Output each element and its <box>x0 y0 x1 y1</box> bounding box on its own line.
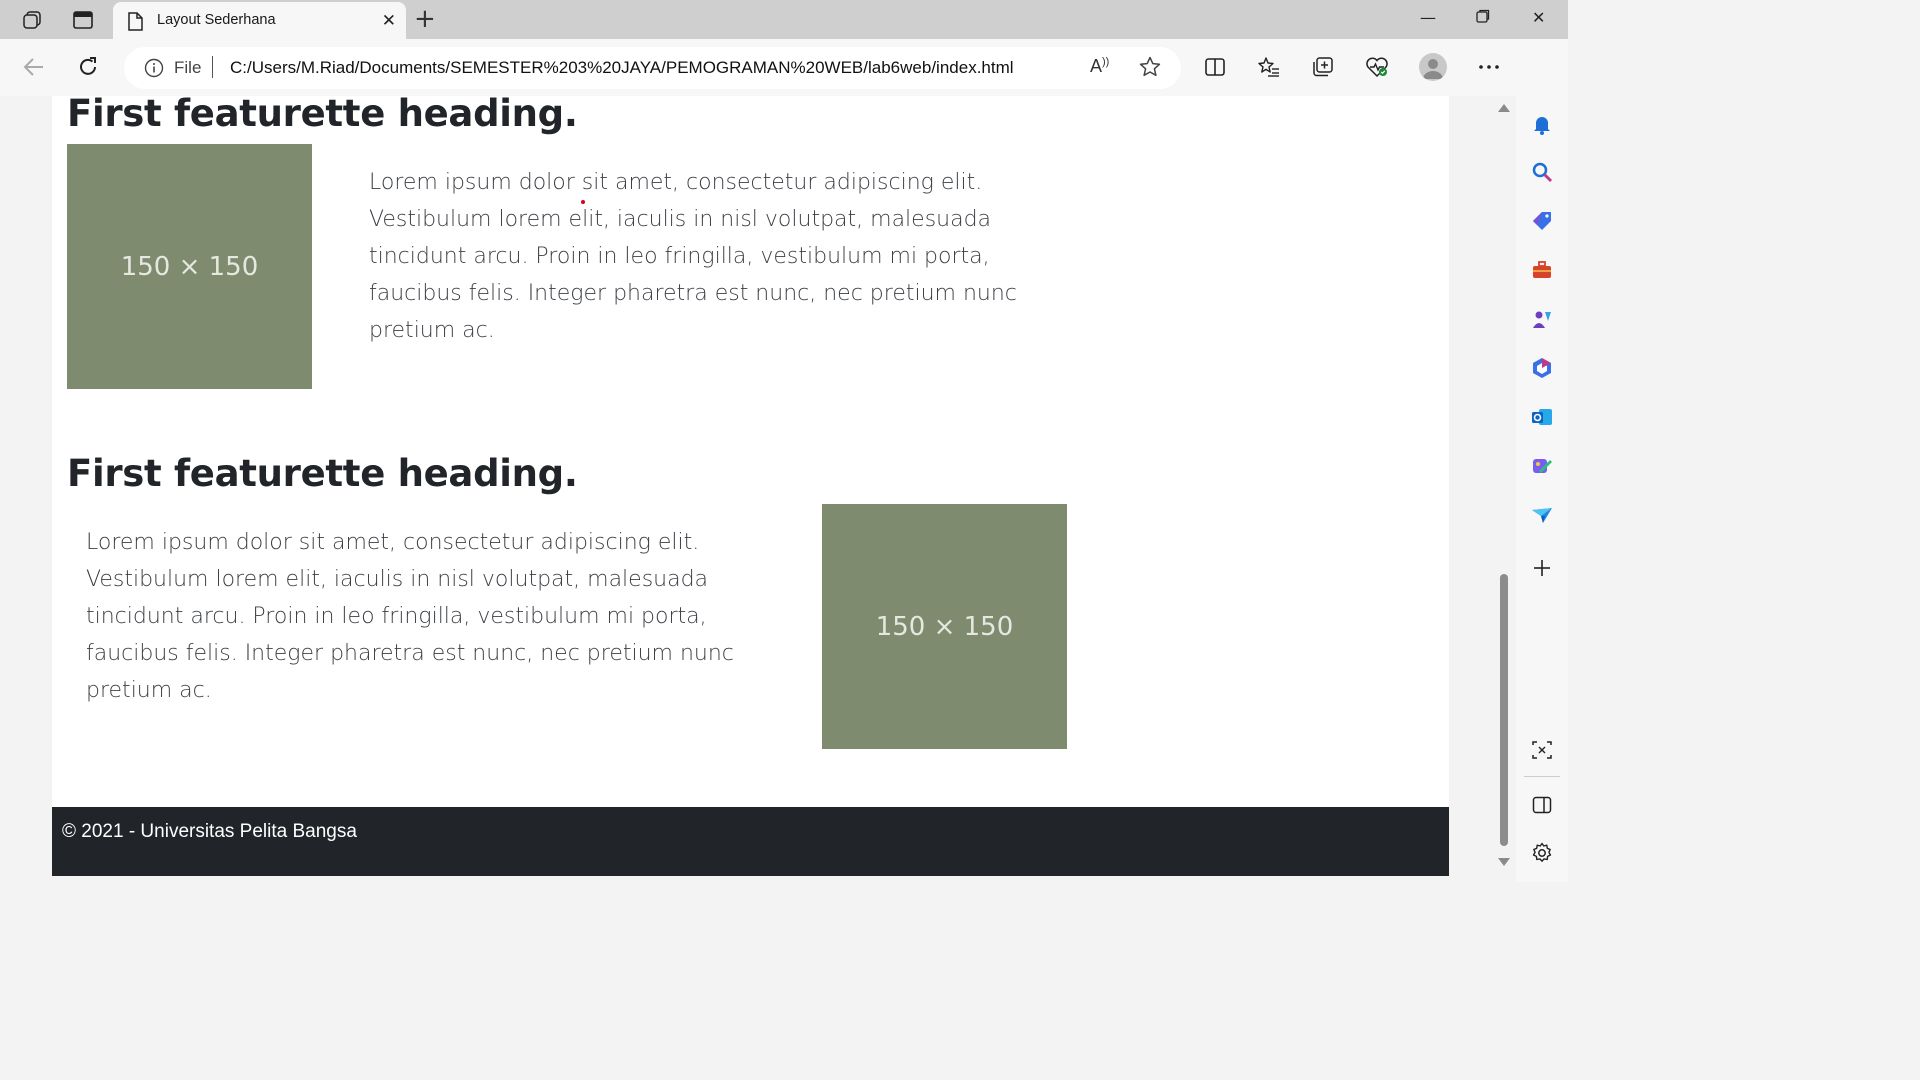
info-icon[interactable] <box>144 58 164 82</box>
page-scrollbar[interactable] <box>1492 96 1516 882</box>
cursor-dot <box>581 200 585 204</box>
page-icon <box>127 12 143 35</box>
favorites-icon[interactable] <box>1256 54 1282 80</box>
tab-actions-icon[interactable] <box>69 7 97 33</box>
footer-copyright: © 2021 - Universitas Pelita Bangsa <box>62 821 357 842</box>
workspaces-icon[interactable] <box>18 7 46 33</box>
browser-essentials-icon[interactable] <box>1364 54 1390 80</box>
new-tab-icon[interactable]: + <box>414 6 436 32</box>
favorite-star-icon[interactable] <box>1138 55 1162 83</box>
sidebar-divider <box>1524 776 1560 777</box>
web-page: First featurette heading. 150 × 150 Lore… <box>52 96 1449 876</box>
tab-bar: Layout Sederhana ✕ + — ✕ <box>0 0 1568 39</box>
page-footer: © 2021 - Universitas Pelita Bangsa <box>52 807 1449 876</box>
outlook-icon[interactable] <box>1529 404 1555 430</box>
shopping-icon[interactable] <box>1529 208 1555 234</box>
microsoft-365-icon[interactable] <box>1529 355 1555 381</box>
url-text[interactable]: C:/Users/M.Riad/Documents/SEMESTER%203%2… <box>230 58 1014 78</box>
address-bar[interactable]: File C:/Users/M.Riad/Documents/SEMESTER%… <box>124 47 1181 89</box>
screenshot-icon[interactable] <box>1529 737 1555 763</box>
image-placeholder-label: 150 × 150 <box>120 251 259 282</box>
notification-icon[interactable] <box>1529 111 1555 137</box>
back-icon[interactable] <box>20 53 48 81</box>
read-aloud-icon[interactable]: A)) <box>1090 56 1109 77</box>
tab-title: Layout Sederhana <box>157 12 276 28</box>
featurette-image-2: 150 × 150 <box>822 504 1067 749</box>
scroll-down-arrow-icon[interactable] <box>1498 858 1510 866</box>
tools-icon[interactable] <box>1529 257 1555 283</box>
designer-icon[interactable] <box>1529 453 1555 479</box>
settings-icon[interactable] <box>1529 840 1555 866</box>
featurette-heading-2: First featurette heading. <box>67 452 578 495</box>
collections-icon[interactable] <box>1310 54 1336 80</box>
featurette-heading-1: First featurette heading. <box>67 96 578 135</box>
scheme-label: File <box>174 58 202 77</box>
browser-toolbar: File C:/Users/M.Riad/Documents/SEMESTER%… <box>0 39 1568 96</box>
scroll-up-arrow-icon[interactable] <box>1498 104 1510 112</box>
profile-icon[interactable] <box>1419 53 1447 81</box>
close-window-icon[interactable]: ✕ <box>1532 8 1545 27</box>
featurette-image-1: 150 × 150 <box>67 144 312 389</box>
sidebar-toggle-icon[interactable] <box>1529 792 1555 818</box>
drop-icon[interactable] <box>1529 502 1555 528</box>
featurette-text-2: Lorem ipsum dolor sit amet, consectetur … <box>86 530 734 703</box>
add-icon[interactable] <box>1529 555 1555 581</box>
close-icon[interactable]: ✕ <box>382 11 396 31</box>
search-icon[interactable] <box>1529 159 1555 185</box>
minimize-icon[interactable]: — <box>1420 8 1436 27</box>
featurette-text-1: Lorem ipsum dolor sit amet, consectetur … <box>369 170 1017 343</box>
image-placeholder-label: 150 × 150 <box>875 611 1014 642</box>
split-screen-icon[interactable] <box>1202 54 1228 80</box>
edge-sidebar <box>1516 39 1568 882</box>
games-icon[interactable] <box>1529 306 1555 332</box>
restore-icon[interactable] <box>1476 8 1490 27</box>
scroll-thumb[interactable] <box>1500 574 1508 846</box>
more-icon[interactable] <box>1476 54 1502 80</box>
active-tab[interactable]: Layout Sederhana ✕ <box>113 2 406 39</box>
refresh-icon[interactable] <box>74 53 102 81</box>
address-separator <box>212 56 213 78</box>
